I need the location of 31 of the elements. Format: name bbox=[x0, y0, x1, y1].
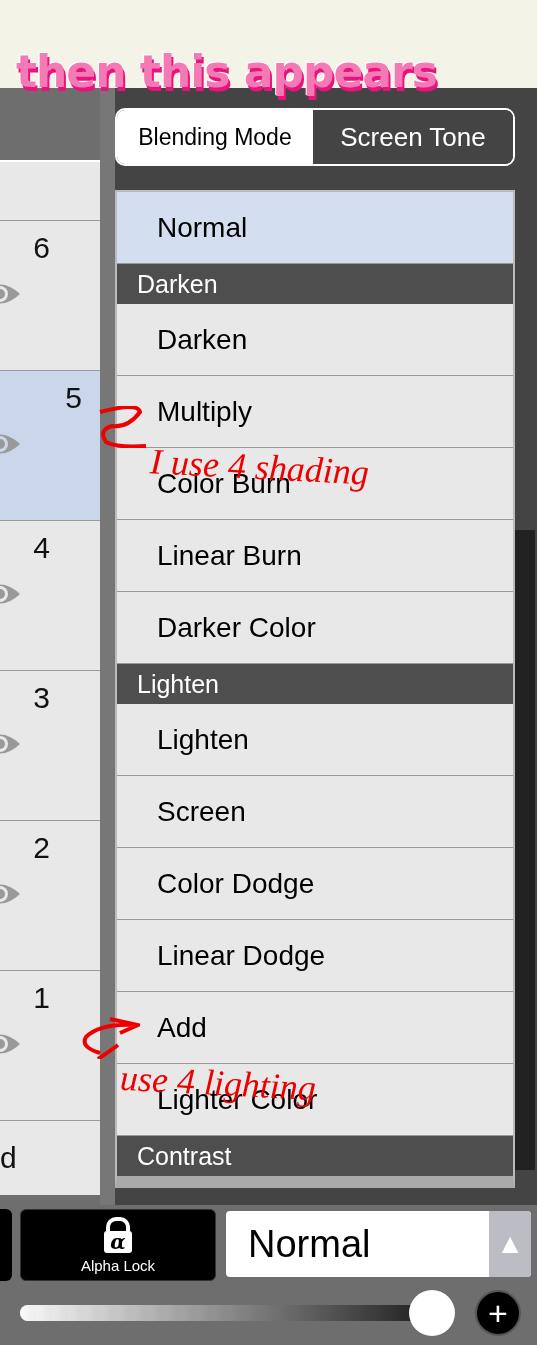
blend-mode-item[interactable]: Linear Dodge bbox=[117, 920, 513, 992]
arrow-icon bbox=[80, 1015, 140, 1059]
layer-name: d bbox=[0, 1141, 17, 1175]
alpha-lock-button[interactable]: α Alpha Lock bbox=[20, 1209, 216, 1281]
section-header: Darken bbox=[117, 264, 513, 304]
blend-mode-item[interactable]: Darken bbox=[117, 304, 513, 376]
blend-mode-item[interactable]: Add bbox=[117, 992, 513, 1064]
blend-mode-item[interactable]: Color Dodge bbox=[117, 848, 513, 920]
scroll-bar[interactable] bbox=[515, 530, 535, 1170]
layer-number: 3 bbox=[33, 681, 50, 715]
opacity-slider[interactable] bbox=[20, 1290, 455, 1336]
blend-mode-item[interactable]: Lighten bbox=[117, 704, 513, 776]
caption: then this appears bbox=[16, 46, 437, 97]
blend-mode-dropdown[interactable]: Normal ▲ bbox=[226, 1211, 531, 1277]
layer-number: 1 bbox=[33, 981, 50, 1015]
layer-number: 6 bbox=[33, 231, 50, 265]
layer-number: 4 bbox=[33, 531, 50, 565]
blend-mode-item[interactable]: Multiply bbox=[117, 376, 513, 448]
button-label: Alpha Lock bbox=[80, 1256, 156, 1274]
blend-mode-item[interactable]: Normal bbox=[117, 192, 513, 264]
slider-thumb[interactable] bbox=[409, 1290, 455, 1336]
blend-mode-item[interactable]: Linear Burn bbox=[117, 520, 513, 592]
blend-mode-item[interactable]: Screen bbox=[117, 776, 513, 848]
layer-number: 2 bbox=[33, 831, 50, 865]
section-header: Contrast bbox=[117, 1136, 513, 1176]
dropdown-value: Normal bbox=[247, 1221, 372, 1267]
layer-number: 5 bbox=[65, 381, 82, 415]
tab[interactable]: Blending Mode bbox=[117, 110, 313, 164]
layer-row[interactable]: 5 bbox=[0, 371, 100, 521]
section-header: Lighten bbox=[117, 664, 513, 704]
add-button[interactable]: + bbox=[475, 1290, 521, 1336]
